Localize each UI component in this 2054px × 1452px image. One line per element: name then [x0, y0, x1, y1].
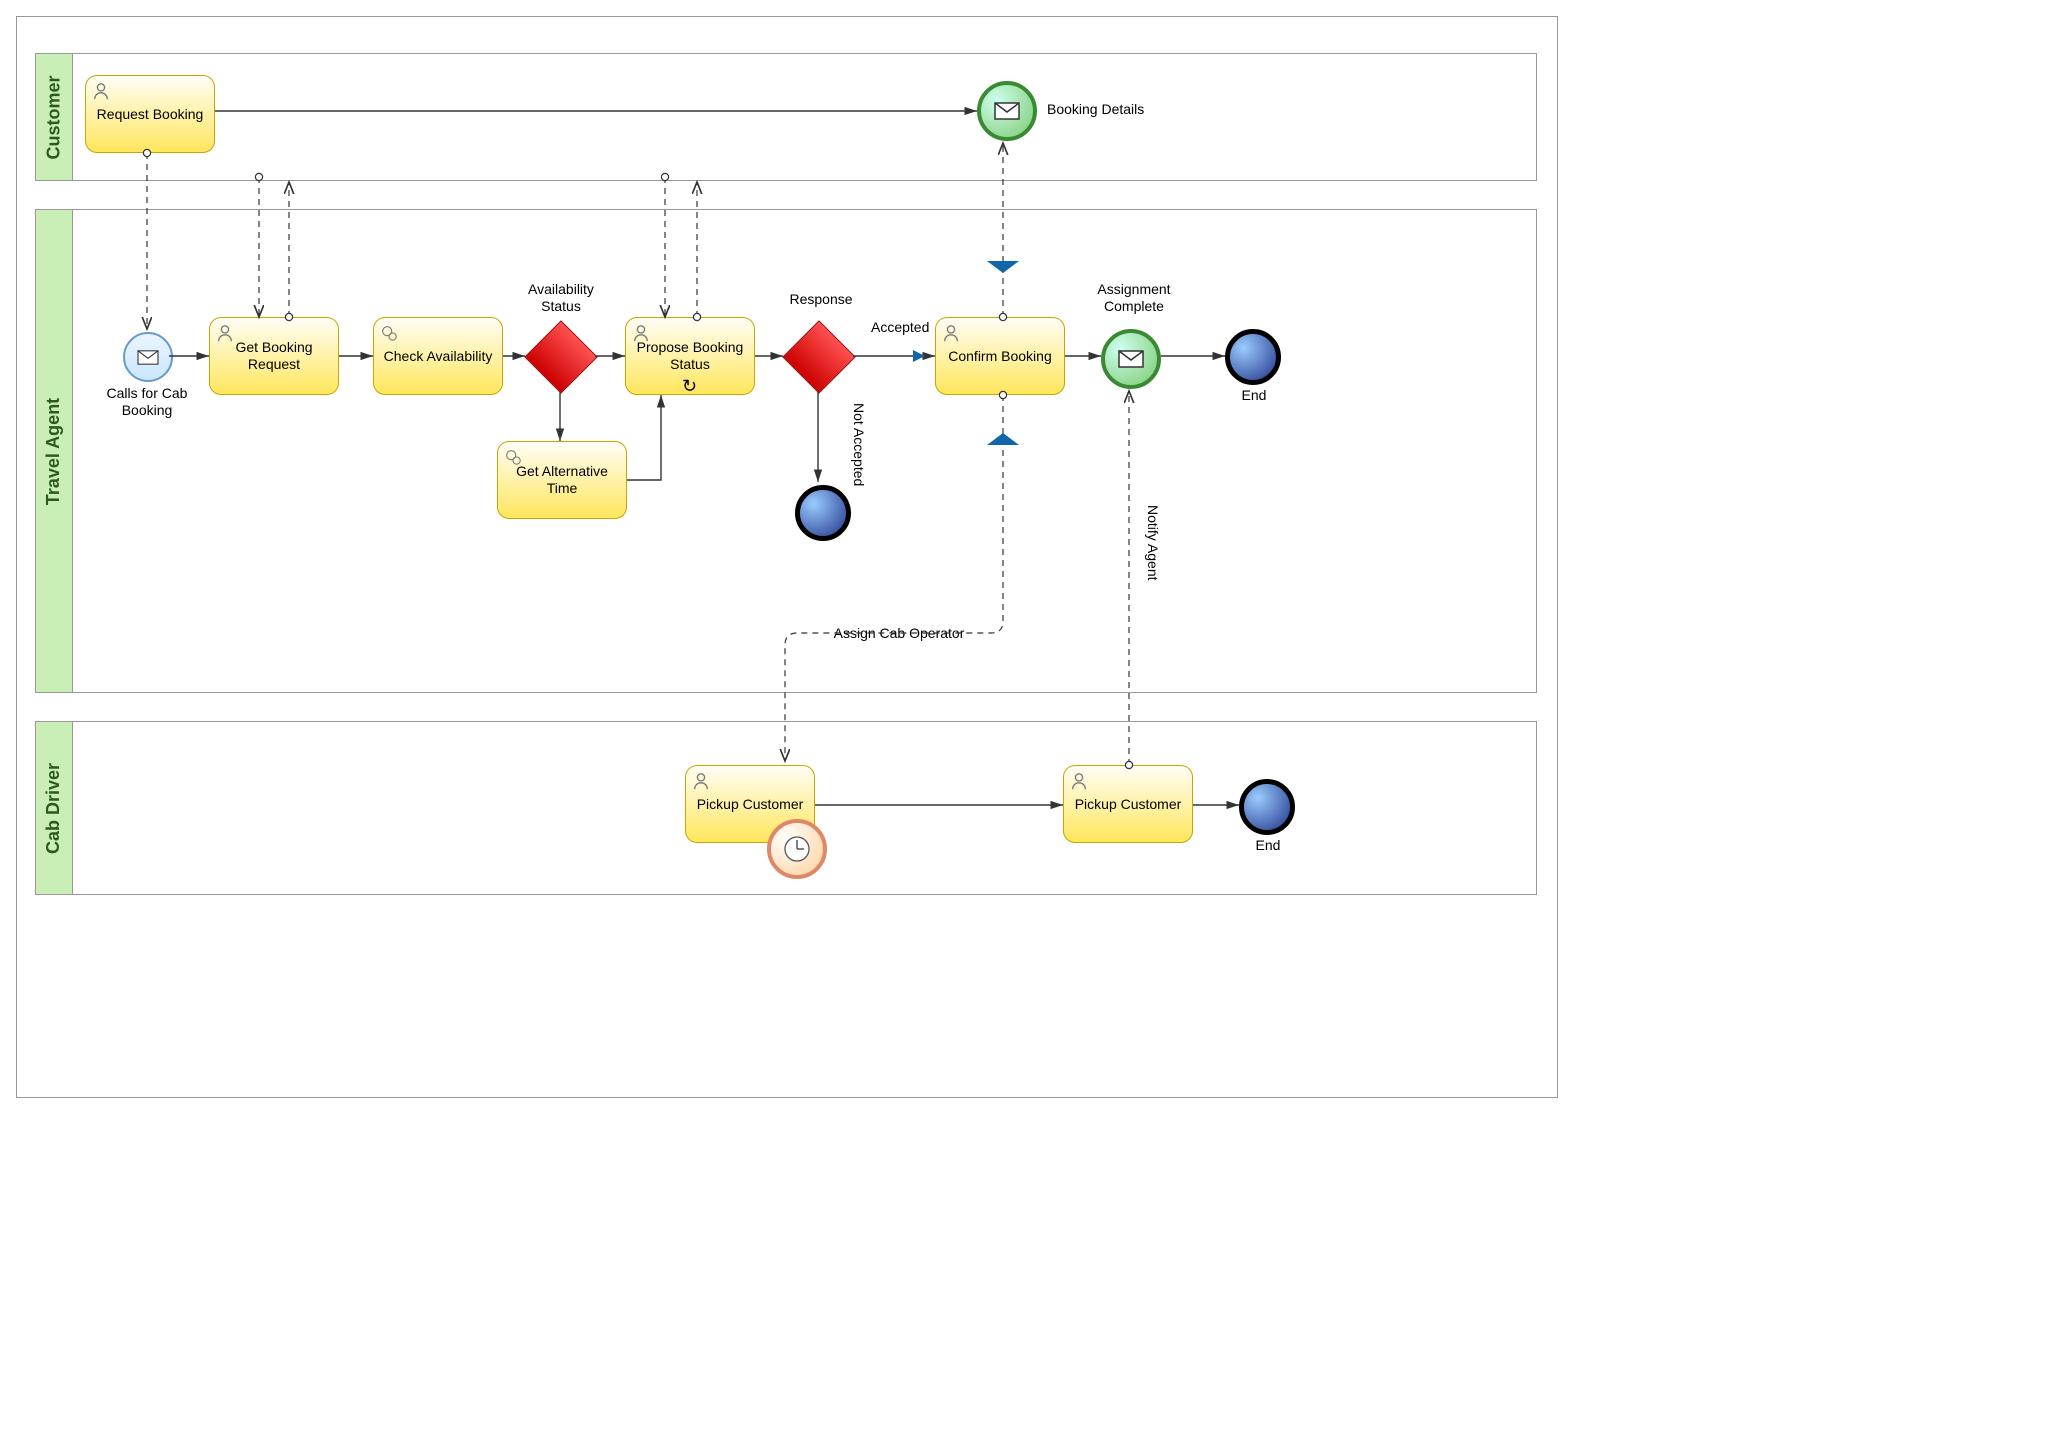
task-label: Get Alternative Time [502, 463, 622, 497]
task-pickup-customer-2: Pickup Customer [1063, 765, 1193, 843]
label-notify-agent: Notify Agent [1145, 505, 1161, 581]
label-assign-cab-operator: Assign Cab Operator [829, 625, 969, 642]
gear-icon [504, 448, 522, 466]
task-label: Confirm Booking [948, 348, 1052, 365]
task-request-booking: Request Booking [85, 75, 215, 153]
envelope-icon [1118, 350, 1144, 368]
user-icon [216, 324, 234, 342]
lane-travel-agent: Travel Agent [35, 209, 1537, 693]
task-confirm-booking: Confirm Booking [935, 317, 1065, 395]
task-label: Check Availability [384, 348, 493, 365]
label-response: Response [781, 291, 861, 308]
lane-label-travel-agent: Travel Agent [36, 210, 73, 692]
task-get-alternative-time: Get Alternative Time [497, 441, 627, 519]
label-assignment-complete: Assignment Complete [1079, 281, 1189, 315]
clock-icon [782, 834, 812, 864]
timer-icon [767, 819, 827, 879]
label-calls-for-cab-booking: Calls for Cab Booking [97, 385, 197, 419]
label-end-driver: End [1243, 837, 1293, 854]
event-end-agent [1225, 329, 1281, 385]
envelope-icon [137, 350, 159, 365]
lane-label-cab-driver: Cab Driver [36, 722, 73, 894]
event-calls-for-cab-booking [123, 332, 173, 382]
event-assignment-complete [1101, 329, 1161, 389]
event-booking-details [977, 81, 1037, 141]
task-label: Request Booking [97, 106, 204, 123]
user-icon [632, 324, 650, 342]
bpmn-diagram: Customer Travel Agent Cab Driver Request… [16, 16, 1558, 1098]
event-end-driver [1239, 779, 1295, 835]
gear-icon [380, 324, 398, 342]
label-not-accepted: Not Accepted [851, 403, 867, 486]
task-label: Propose Booking Status [630, 339, 750, 373]
user-icon [692, 772, 710, 790]
user-icon [92, 82, 110, 100]
label-availability-status: Availability Status [511, 281, 611, 315]
lane-customer: Customer [35, 53, 1537, 181]
task-label: Pickup Customer [697, 796, 804, 813]
envelope-icon [994, 102, 1020, 120]
label-booking-details: Booking Details [1047, 101, 1187, 118]
task-label: Pickup Customer [1075, 796, 1182, 813]
task-propose-booking-status: Propose Booking Status ↻ [625, 317, 755, 395]
loop-icon: ↻ [682, 376, 697, 398]
task-label: Get Booking Request [214, 339, 334, 373]
user-icon [942, 324, 960, 342]
lane-label-customer: Customer [36, 54, 73, 180]
task-check-availability: Check Availability [373, 317, 503, 395]
event-end-not-accepted [795, 485, 851, 541]
user-icon [1070, 772, 1088, 790]
label-end-agent: End [1229, 387, 1279, 404]
task-get-booking-request: Get Booking Request [209, 317, 339, 395]
label-accepted: Accepted [871, 319, 927, 336]
